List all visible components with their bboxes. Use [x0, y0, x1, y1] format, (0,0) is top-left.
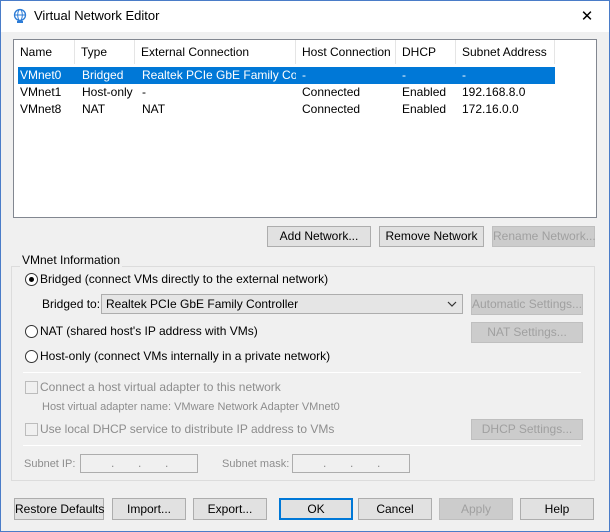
- list-header: Name Type External Connection Host Conne…: [14, 40, 596, 64]
- close-button[interactable]: ✕: [564, 0, 610, 32]
- cell-host: -: [302, 68, 306, 82]
- ok-button[interactable]: OK: [279, 498, 353, 520]
- apply-button[interactable]: Apply: [439, 498, 513, 520]
- cell-host: Connected: [302, 102, 361, 116]
- cell-type: NAT: [82, 102, 106, 116]
- vmnet-information-label: VMnet Information: [20, 253, 123, 267]
- host-only-radio[interactable]: [25, 350, 38, 363]
- cell-subnet: 172.16.0.0: [462, 102, 519, 116]
- column-header-external-connection[interactable]: External Connection: [135, 40, 296, 64]
- ip-dot: .: [138, 456, 142, 470]
- bridged-to-value: Realtek PCIe GbE Family Controller: [106, 297, 299, 311]
- ip-dot: .: [111, 456, 115, 470]
- bridged-label: Bridged (connect VMs directly to the ext…: [40, 272, 329, 286]
- dhcp-checkbox[interactable]: [25, 423, 38, 436]
- cell-name: VMnet0: [20, 68, 62, 82]
- cell-subnet: 192.168.8.0: [462, 85, 526, 99]
- nat-radio[interactable]: [25, 325, 38, 338]
- chevron-down-icon: [446, 298, 458, 310]
- subnet-mask-label: Subnet mask:: [222, 458, 290, 470]
- window-title: Virtual Network Editor: [34, 8, 160, 23]
- connect-adapter-label: Connect a host virtual adapter to this n…: [40, 380, 281, 394]
- subnet-mask-field[interactable]: . . .: [292, 454, 410, 473]
- remove-network-button[interactable]: Remove Network: [379, 226, 484, 247]
- ip-dot: .: [377, 456, 381, 470]
- restore-defaults-button[interactable]: Restore Defaults: [14, 498, 104, 520]
- dhcp-settings-button[interactable]: DHCP Settings...: [471, 419, 583, 440]
- cell-host: Connected: [302, 85, 361, 99]
- dhcp-label: Use local DHCP service to distribute IP …: [40, 422, 335, 436]
- close-icon: ✕: [580, 8, 594, 25]
- host-only-label: Host-only (connect VMs internally in a p…: [40, 349, 331, 363]
- column-header-name[interactable]: Name: [14, 40, 75, 64]
- cell-name: VMnet8: [20, 102, 62, 116]
- bridged-to-label: Bridged to:: [42, 297, 101, 311]
- cell-type: Host-only: [82, 85, 133, 99]
- adapter-name-label: Host virtual adapter name: VMware Networ…: [42, 401, 340, 413]
- separator: [23, 445, 581, 446]
- export-button[interactable]: Export...: [193, 498, 267, 520]
- import-button[interactable]: Import...: [112, 498, 186, 520]
- column-header-subnet-address[interactable]: Subnet Address: [456, 40, 555, 64]
- cell-dhcp: Enabled: [402, 102, 447, 116]
- separator: [23, 372, 581, 373]
- subnet-ip-label: Subnet IP:: [24, 458, 76, 470]
- bridged-radio[interactable]: [25, 273, 38, 286]
- table-row[interactable]: VMnet1 Host-only - Connected Enabled 192…: [18, 84, 555, 101]
- table-row[interactable]: VMnet0 Bridged Realtek PCIe GbE Family C…: [18, 67, 555, 84]
- cell-dhcp: Enabled: [402, 85, 447, 99]
- column-header-type[interactable]: Type: [75, 40, 135, 64]
- rename-network-button[interactable]: Rename Network...: [492, 226, 596, 247]
- nat-settings-button[interactable]: NAT Settings...: [471, 322, 583, 343]
- cancel-button[interactable]: Cancel: [358, 498, 432, 520]
- column-header-dhcp[interactable]: DHCP: [396, 40, 456, 64]
- subnet-ip-field[interactable]: . . .: [80, 454, 198, 473]
- ip-dot: .: [323, 456, 327, 470]
- cell-type: Bridged: [82, 68, 124, 82]
- cell-subnet: -: [462, 68, 466, 82]
- table-row[interactable]: VMnet8 NAT NAT Connected Enabled 172.16.…: [18, 101, 555, 118]
- network-list[interactable]: Name Type External Connection Host Conne…: [13, 39, 597, 218]
- add-network-button[interactable]: Add Network...: [267, 226, 371, 247]
- cell-name: VMnet1: [20, 85, 62, 99]
- title-bar: Virtual Network Editor ✕: [0, 0, 610, 32]
- dialog-client: Name Type External Connection Host Conne…: [1, 32, 609, 531]
- automatic-settings-button[interactable]: Automatic Settings...: [471, 294, 583, 315]
- column-header-host-connection[interactable]: Host Connection: [296, 40, 396, 64]
- cell-external: -: [142, 85, 146, 99]
- help-button[interactable]: Help: [520, 498, 594, 520]
- ip-dot: .: [165, 456, 169, 470]
- network-globe-icon: [12, 8, 28, 24]
- connect-adapter-checkbox[interactable]: [25, 381, 38, 394]
- nat-label: NAT (shared host's IP address with VMs): [40, 324, 258, 338]
- cell-external: Realtek PCIe GbE Family Co...: [142, 68, 296, 82]
- ip-dot: .: [350, 456, 354, 470]
- cell-external: NAT: [142, 102, 166, 116]
- cell-dhcp: -: [402, 68, 406, 82]
- bridged-to-select[interactable]: Realtek PCIe GbE Family Controller: [101, 294, 463, 314]
